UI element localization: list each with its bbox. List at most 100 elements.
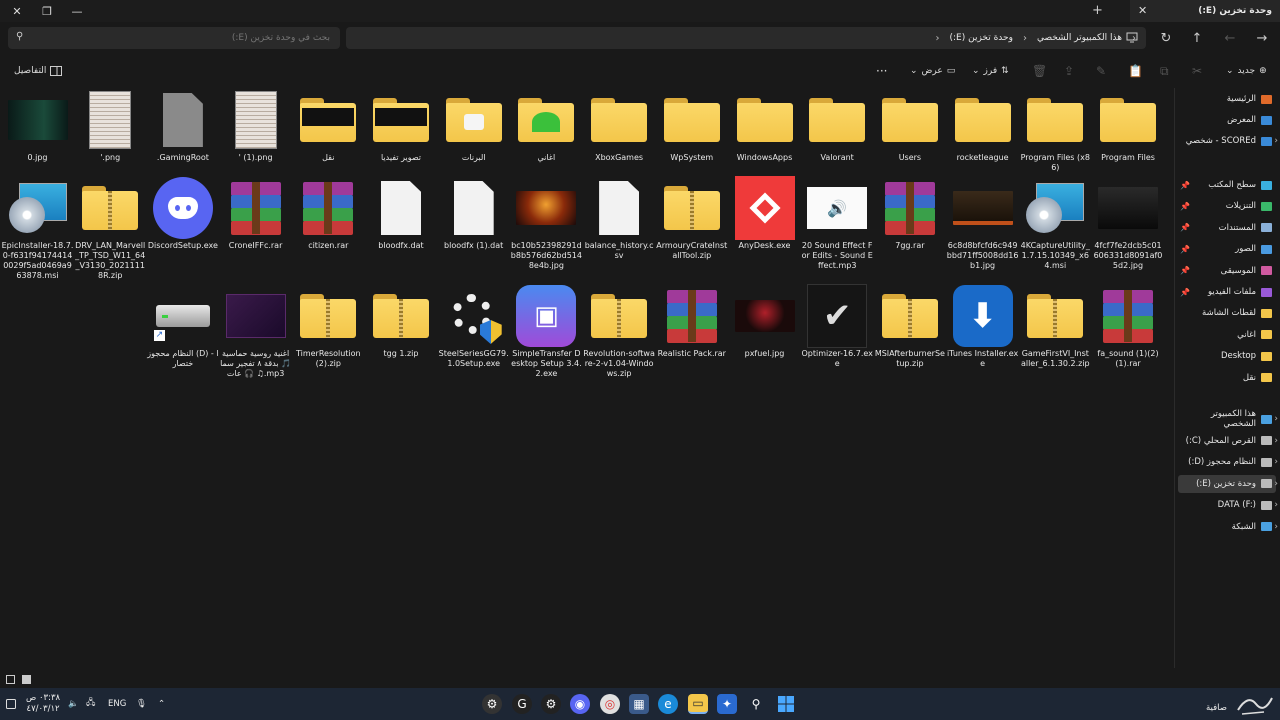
nav-item[interactable]: ‹ هذا الكمبيوتر الشخصي: [1178, 409, 1278, 429]
paste-icon[interactable]: 📋: [1128, 62, 1143, 80]
list-view-icon[interactable]: [6, 675, 15, 684]
notifications-tray[interactable]: [6, 688, 16, 720]
chrome-taskbar-icon[interactable]: ◎: [600, 694, 620, 714]
file-item[interactable]: .GamingRoot: [147, 90, 219, 163]
nav-item[interactable]: الموسيقى 📌: [1178, 262, 1276, 280]
start-button[interactable]: [776, 694, 796, 714]
discord-taskbar-icon[interactable]: ◉: [570, 694, 590, 714]
view-button[interactable]: ⌄ عرض ▭: [910, 62, 955, 80]
microphone-icon[interactable]: 🎙: [136, 688, 147, 720]
file-item[interactable]: balance_history.csv: [583, 178, 655, 261]
breadcrumb-drive-e[interactable]: وحدة تخزين (E:): [949, 33, 1012, 43]
delete-icon[interactable]: 🗑: [1032, 62, 1047, 80]
chevron-left-icon[interactable]: ‹: [1274, 500, 1278, 510]
file-item[interactable]: '.png: [74, 90, 146, 163]
chevron-left-icon[interactable]: ‹: [1274, 414, 1278, 424]
file-item[interactable]: 6c8d8bfcfd6c949bbd71ff5008dd16b1.jpg: [947, 178, 1019, 271]
share-icon[interactable]: ⇪: [1064, 62, 1074, 80]
file-item[interactable]: bloodfx (1).dat: [438, 178, 510, 251]
nav-item[interactable]: لقطات الشاشة: [1178, 304, 1276, 322]
file-item[interactable]: Users: [874, 90, 946, 163]
store-taskbar-icon[interactable]: ▦: [629, 694, 649, 714]
file-item[interactable]: WpSystem: [656, 90, 728, 163]
rename-icon[interactable]: ✎: [1096, 62, 1106, 80]
sort-button[interactable]: ⌄ فرز ⇅: [972, 62, 1009, 80]
nav-item[interactable]: ‹ SCOREd - شخصي: [1178, 132, 1278, 150]
volume-icon[interactable]: 🔈: [68, 688, 79, 720]
file-item[interactable]: نقل: [292, 90, 364, 163]
file-item[interactable]: 4fcf7fe2dcb5c01606331d8091af05d2.jpg: [1092, 178, 1164, 271]
nav-item[interactable]: الرئيسية: [1178, 90, 1276, 108]
nav-item[interactable]: ‹ الشبكة: [1178, 518, 1278, 536]
file-item[interactable]: Program Files: [1092, 90, 1164, 163]
nav-item[interactable]: المستندات 📌: [1178, 219, 1276, 237]
search-input[interactable]: [30, 30, 330, 46]
network-icon[interactable]: 🖧: [86, 688, 95, 720]
address-bar[interactable]: ‹ هذا الكمبيوتر الشخصي ‹ وحدة تخزين (E:)…: [346, 27, 1146, 49]
file-item[interactable]: 0.jpg: [2, 90, 74, 163]
file-item[interactable]: Realistic Pack.rar: [656, 286, 728, 359]
file-item[interactable]: pxfuel.jpg: [729, 286, 801, 359]
nav-item[interactable]: ‹ وحدة تخزين (E:): [1178, 474, 1278, 493]
details-button[interactable]: التفاصيل: [14, 62, 63, 80]
file-explorer-taskbar-icon[interactable]: ▭: [688, 694, 708, 714]
chevron-left-icon[interactable]: ‹: [1274, 436, 1278, 446]
file-item[interactable]: ' (1).png: [220, 90, 292, 163]
nav-item[interactable]: الصور 📌: [1178, 240, 1276, 258]
monitor-icon[interactable]: [1126, 32, 1138, 44]
cut-icon[interactable]: ✂: [1192, 62, 1202, 80]
nav-item[interactable]: التنزيلات 📌: [1178, 197, 1276, 215]
file-item[interactable]: البرنات: [438, 90, 510, 163]
file-item[interactable]: tgg 1.zip: [365, 286, 437, 359]
restore-window-icon[interactable]: ❐: [32, 0, 62, 22]
nav-item[interactable]: ‹ النظام محجوز (D:): [1178, 453, 1278, 471]
file-item[interactable]: DiscordSetup.exe: [147, 177, 219, 251]
file-item[interactable]: 7gg.rar: [874, 178, 946, 251]
nav-item[interactable]: سطح المكتب 📌: [1178, 176, 1276, 194]
file-item[interactable]: citizen.rar: [292, 178, 364, 251]
file-item[interactable]: DRV_LAN_Marvell_TP_TSD_W11_64_V3130_2021…: [74, 178, 146, 281]
file-item[interactable]: AnyDesk.exe: [729, 176, 801, 251]
file-item[interactable]: TimerResolution (2).zip: [292, 286, 364, 369]
steam-taskbar-icon[interactable]: ⚙: [541, 694, 561, 714]
more-options-icon[interactable]: ···: [876, 62, 887, 80]
new-button[interactable]: ⌄ جديد ⊕: [1226, 62, 1267, 80]
file-item[interactable]: اغنية روسية حماسية 🎵 بدقة ٨ تفجير سماعات…: [220, 286, 292, 379]
file-item[interactable]: SteelSeriesGG79.1.0Setup.exe: [438, 286, 510, 369]
file-item[interactable]: fa_sound (1)(2)(1).rar: [1092, 286, 1164, 369]
copilot-taskbar-icon[interactable]: ✦: [717, 694, 737, 714]
file-item[interactable]: WindowsApps: [729, 90, 801, 163]
minimize-window-icon[interactable]: —: [62, 0, 92, 22]
file-item[interactable]: Valorant: [801, 90, 873, 163]
nav-item[interactable]: المعرض: [1178, 111, 1276, 129]
clock[interactable]: ٠٣:٣٨ ص ٤٧/٠٣/١٢: [26, 688, 60, 720]
breadcrumb-this-pc[interactable]: هذا الكمبيوتر الشخصي: [1037, 33, 1122, 43]
close-tab-icon[interactable]: ✕: [1138, 4, 1147, 17]
file-item[interactable]: Program Files (x86): [1019, 90, 1091, 173]
nav-item[interactable]: نقل: [1178, 369, 1276, 387]
up-arrow-icon[interactable]: ↑: [1185, 27, 1209, 49]
file-item[interactable]: CroneIFFc.rar: [220, 178, 292, 251]
file-item[interactable]: GameFirstVI_Installer_6.1.30.2.zip: [1019, 286, 1091, 369]
edge-taskbar-icon[interactable]: e: [658, 694, 678, 714]
tab-current[interactable]: وحدة تخزين (E:) ✕: [1130, 0, 1280, 22]
nav-item[interactable]: ‹ القرص المحلي (C:): [1178, 432, 1278, 450]
file-item[interactable]: bc10b52398291db8b576d62bd5148e4b.jpg: [510, 178, 582, 271]
new-tab-button[interactable]: +: [1092, 3, 1103, 18]
app-taskbar-icon-1[interactable]: ⚙: [482, 694, 502, 714]
search-taskbar-icon[interactable]: ⚲: [746, 694, 766, 714]
file-item[interactable]: ArmouryCrateInstallTool.zip: [656, 178, 728, 261]
language-indicator[interactable]: ENG: [108, 688, 126, 720]
show-hidden-icons-chevron[interactable]: ⌃: [158, 688, 165, 720]
file-item[interactable]: bloodfx.dat: [365, 178, 437, 251]
forward-arrow-icon[interactable]: ←: [1218, 27, 1242, 49]
file-item[interactable]: MSIAfterburnerSetup.zip: [874, 286, 946, 369]
file-item[interactable]: تصوير تفيديا: [365, 90, 437, 163]
copy-icon[interactable]: ⧉: [1160, 62, 1169, 80]
refresh-icon[interactable]: ↻: [1154, 27, 1178, 49]
file-item[interactable]: 🔊 20 Sound Effect For Edits - Sound Effec…: [801, 178, 873, 271]
nav-item[interactable]: ملفات الفيديو 📌: [1178, 283, 1276, 301]
back-arrow-icon[interactable]: →: [1250, 27, 1274, 49]
file-item[interactable]: ↗ النظام محجوز (D) - اختصار: [147, 286, 219, 369]
file-item[interactable]: اغاني: [510, 90, 582, 163]
